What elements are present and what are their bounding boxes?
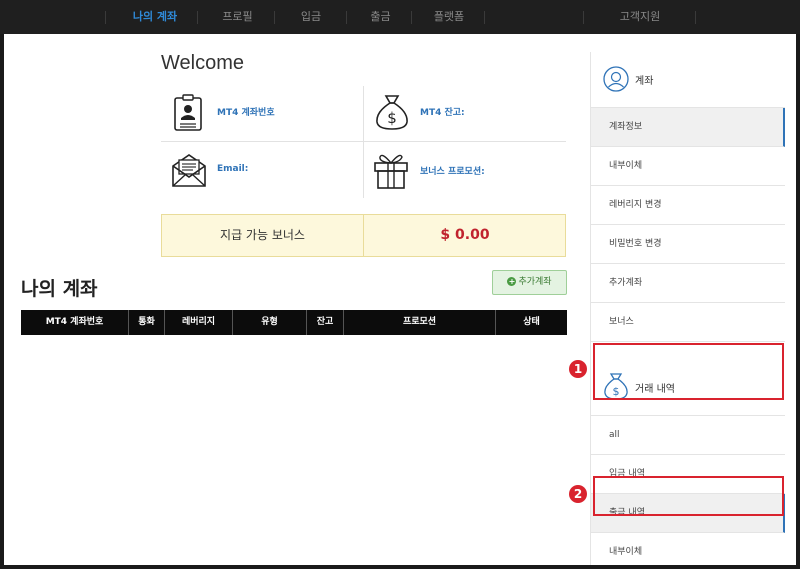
bonus-promotion-cell: 보너스 프로모션: bbox=[364, 142, 566, 198]
sidebar-item-account-info[interactable]: 계좌정보 bbox=[591, 108, 785, 147]
envelope-icon bbox=[172, 154, 206, 187]
gift-icon bbox=[374, 154, 408, 189]
nav-separator bbox=[583, 11, 584, 24]
account-number-label: MT4 계좌번호 bbox=[217, 108, 275, 118]
column-header[interactable]: 유형 bbox=[233, 310, 307, 335]
nav-deposit[interactable]: 입금 bbox=[275, 0, 347, 34]
sidebar-item-password[interactable]: 비밀번호 변경 bbox=[591, 225, 785, 264]
column-header[interactable]: 상태 bbox=[496, 310, 567, 335]
money-bag-icon: $ bbox=[376, 95, 408, 130]
accounts-table-header: MT4 계좌번호 통화 레버리지 유형 잔고 프로모션 상태 bbox=[21, 310, 567, 335]
sidebar-account-header: 계좌 bbox=[591, 52, 785, 108]
nav-platform[interactable]: 플랫폼 bbox=[412, 0, 486, 34]
annotation-box bbox=[593, 476, 784, 516]
column-header[interactable]: 레버리지 bbox=[165, 310, 233, 335]
email-label: Email: bbox=[217, 164, 249, 174]
sidebar-item-internal-transfer[interactable]: 내부이체 bbox=[591, 147, 785, 186]
email-cell: Email: bbox=[161, 142, 363, 198]
nav-profile[interactable]: 프로필 bbox=[200, 0, 275, 34]
nav-separator bbox=[695, 11, 696, 24]
my-accounts-title: 나의 계좌 bbox=[21, 278, 98, 300]
column-header[interactable]: 프로모션 bbox=[344, 310, 496, 335]
annotation-number: 1 bbox=[569, 360, 587, 378]
user-icon bbox=[603, 66, 629, 92]
nav-separator bbox=[484, 11, 485, 24]
nav-separator bbox=[105, 11, 106, 24]
balance-cell: $ MT4 잔고: bbox=[364, 86, 566, 142]
annotation-box bbox=[593, 343, 784, 400]
sidebar-item-add-account[interactable]: 추가계좌 bbox=[591, 264, 785, 303]
available-bonus-label: 지급 가능 보너스 bbox=[162, 215, 364, 256]
plus-circle-icon: + bbox=[507, 277, 517, 286]
svg-text:$: $ bbox=[387, 109, 397, 127]
balance-label: MT4 잔고: bbox=[420, 108, 465, 118]
id-card-icon bbox=[174, 94, 202, 131]
nav-withdraw[interactable]: 출금 bbox=[347, 0, 414, 34]
add-account-label: 추가계좌 bbox=[518, 277, 552, 287]
sidebar-item-history-internal-transfer[interactable]: 내부이체 bbox=[591, 533, 785, 565]
sidebar-item-bonus[interactable]: 보너스 bbox=[591, 303, 785, 342]
column-header[interactable]: MT4 계좌번호 bbox=[21, 310, 129, 335]
account-info-grid: MT4 계좌번호 $ MT4 잔고: Email: 보너스 프로모션: bbox=[161, 86, 566, 198]
annotation-number: 2 bbox=[569, 485, 587, 503]
column-header[interactable]: 잔고 bbox=[307, 310, 344, 335]
bonus-promotion-label: 보너스 프로모션: bbox=[420, 167, 485, 177]
available-bonus-value: $ 0.00 bbox=[440, 227, 490, 243]
nav-my-account[interactable]: 나의 계좌 bbox=[110, 0, 200, 34]
sidebar-item-history-all[interactable]: all bbox=[591, 416, 785, 455]
nav-support[interactable]: 고객지원 bbox=[585, 0, 695, 34]
account-number-cell: MT4 계좌번호 bbox=[161, 86, 363, 142]
available-bonus-box: 지급 가능 보너스 $ 0.00 bbox=[161, 214, 566, 257]
sidebar-item-leverage[interactable]: 레버리지 변경 bbox=[591, 186, 785, 225]
content-frame: Welcome MT4 계좌번호 $ MT4 잔고: Email: 보너스 프로… bbox=[4, 34, 796, 565]
nav-separator bbox=[197, 11, 198, 24]
add-account-button[interactable]: + 추가계좌 bbox=[492, 270, 567, 295]
top-nav: 나의 계좌 프로필 입금 출금 플랫폼 고객지원 bbox=[0, 0, 800, 34]
sidebar-account-title: 계좌 bbox=[635, 76, 654, 87]
welcome-heading: Welcome bbox=[161, 52, 244, 74]
column-header[interactable]: 통화 bbox=[129, 310, 165, 335]
